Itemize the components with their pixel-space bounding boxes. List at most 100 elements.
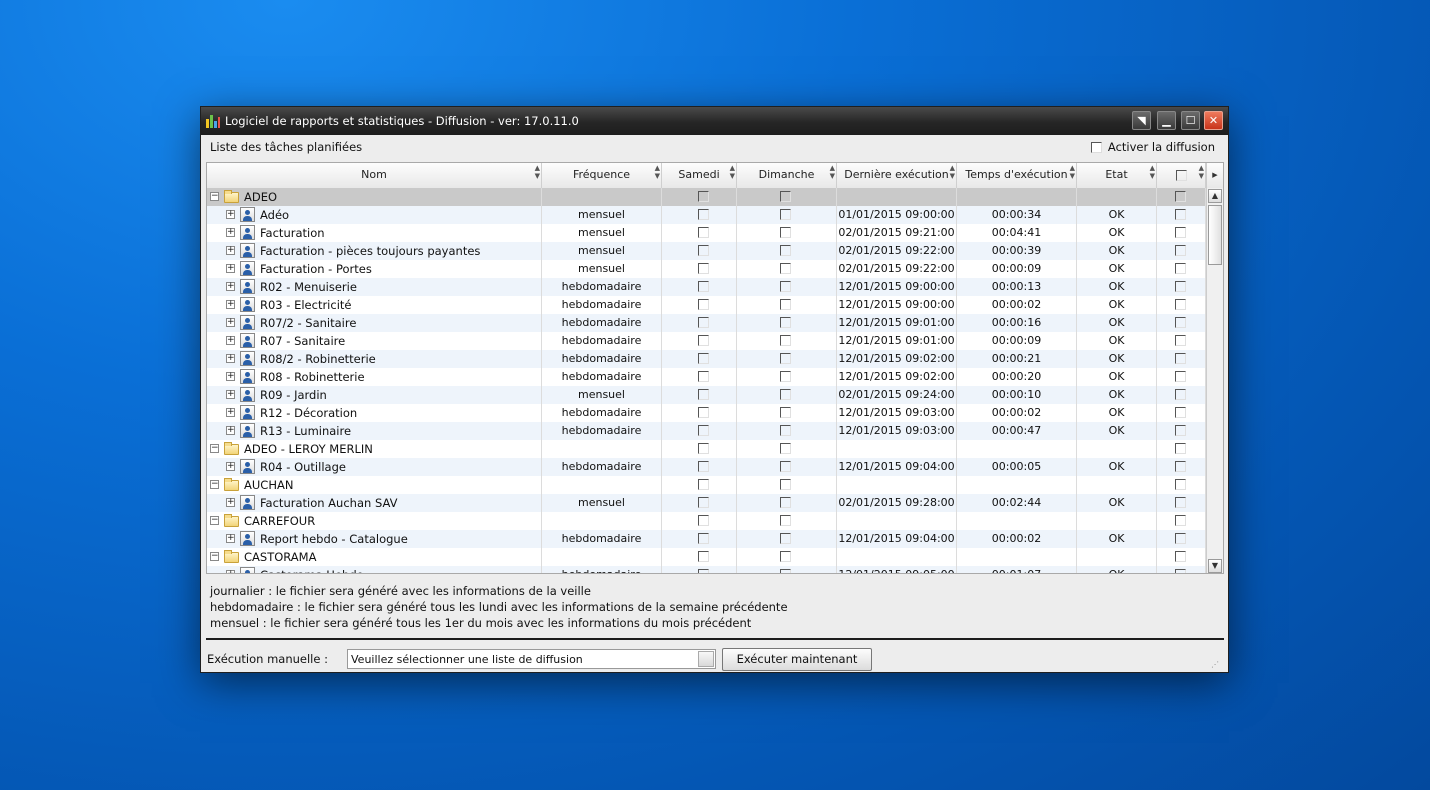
dimanche-checkbox[interactable] <box>780 281 791 292</box>
task-row[interactable]: + R08/2 - Robinetterie hebdomadaire 12/01/2… <box>207 350 1206 368</box>
collapse-icon[interactable]: − <box>210 516 219 525</box>
task-row[interactable]: + R03 - Electricité hebdomadaire 12/01/2015… <box>207 296 1206 314</box>
select-checkbox[interactable] <box>1175 371 1186 382</box>
expand-icon[interactable]: + <box>226 336 235 345</box>
diffusion-list-combo[interactable]: Veuillez sélectionner une liste de diffu… <box>347 649 716 669</box>
samedi-checkbox[interactable] <box>698 371 709 382</box>
column-header-dimanche[interactable]: Dimanche ▲ ▼ <box>737 163 837 188</box>
maximize-button[interactable]: ☐ <box>1181 111 1200 130</box>
expand-icon[interactable]: + <box>226 282 235 291</box>
dimanche-checkbox[interactable] <box>780 407 791 418</box>
group-row[interactable]: − ADEO <box>207 188 1206 206</box>
column-header-temps-execution[interactable]: Temps d'exécution ▲ ▼ <box>957 163 1077 188</box>
dimanche-checkbox[interactable] <box>780 263 791 274</box>
expand-icon[interactable]: + <box>226 534 235 543</box>
select-checkbox[interactable] <box>1175 461 1186 472</box>
expand-icon[interactable]: + <box>226 426 235 435</box>
expand-icon[interactable]: + <box>226 264 235 273</box>
expand-icon[interactable]: + <box>226 210 235 219</box>
select-checkbox[interactable] <box>1175 569 1186 573</box>
scroll-down-arrow[interactable]: ▼ <box>1208 559 1222 573</box>
task-row[interactable]: + R07 - Sanitaire hebdomadaire 12/01/2015 0… <box>207 332 1206 350</box>
samedi-checkbox[interactable] <box>698 533 709 544</box>
task-row[interactable]: + R09 - Jardin mensuel 02/01/2015 09:24:00 0… <box>207 386 1206 404</box>
select-checkbox[interactable] <box>1175 281 1186 292</box>
expand-icon[interactable]: + <box>226 246 235 255</box>
expand-icon[interactable]: + <box>226 300 235 309</box>
collapse-icon[interactable]: − <box>210 552 219 561</box>
samedi-checkbox[interactable] <box>698 551 709 562</box>
expand-icon[interactable]: + <box>226 228 235 237</box>
samedi-checkbox[interactable] <box>698 515 709 526</box>
select-checkbox[interactable] <box>1175 443 1186 454</box>
select-checkbox[interactable] <box>1175 551 1186 562</box>
collapse-icon[interactable]: − <box>210 480 219 489</box>
select-checkbox[interactable] <box>1175 299 1186 310</box>
samedi-checkbox[interactable] <box>698 443 709 454</box>
task-row[interactable]: + R13 - Luminaire hebdomadaire 12/01/2015 0… <box>207 422 1206 440</box>
samedi-checkbox[interactable] <box>698 479 709 490</box>
select-checkbox[interactable] <box>1175 209 1186 220</box>
select-checkbox[interactable] <box>1175 263 1186 274</box>
select-checkbox[interactable] <box>1175 335 1186 346</box>
group-row[interactable]: − CARREFOUR <box>207 512 1206 530</box>
select-checkbox[interactable] <box>1175 353 1186 364</box>
task-row[interactable]: + Facturation Auchan SAV mensuel 02/01/2015… <box>207 494 1206 512</box>
select-all-checkbox[interactable] <box>1176 170 1187 181</box>
collapse-icon[interactable]: − <box>210 192 219 201</box>
samedi-checkbox[interactable] <box>698 425 709 436</box>
task-row[interactable]: + R04 - Outillage hebdomadaire 12/01/2015 0… <box>207 458 1206 476</box>
task-row[interactable]: + Facturation - Portes mensuel 02/01/2015 0… <box>207 260 1206 278</box>
dimanche-checkbox[interactable] <box>780 515 791 526</box>
scroll-right-arrow[interactable]: ▶ <box>1206 163 1223 188</box>
expand-icon[interactable]: + <box>226 570 235 573</box>
task-row[interactable]: + Facturation - pièces toujours payantes m… <box>207 242 1206 260</box>
samedi-checkbox[interactable] <box>698 227 709 238</box>
dimanche-checkbox[interactable] <box>780 479 791 490</box>
dimanche-checkbox[interactable] <box>780 425 791 436</box>
select-checkbox[interactable] <box>1175 317 1186 328</box>
samedi-checkbox[interactable] <box>698 299 709 310</box>
collapse-icon[interactable]: − <box>210 444 219 453</box>
title-bar[interactable]: Logiciel de rapports et statistiques - D… <box>201 107 1228 135</box>
dimanche-checkbox[interactable] <box>780 569 791 573</box>
task-row[interactable]: + Report hebdo - Catalogue hebdomadaire 12/… <box>207 530 1206 548</box>
task-row[interactable]: + R07/2 - Sanitaire hebdomadaire 12/01/2015… <box>207 314 1206 332</box>
column-header-frequence[interactable]: Fréquence ▲ ▼ <box>542 163 662 188</box>
select-checkbox[interactable] <box>1175 533 1186 544</box>
samedi-checkbox[interactable] <box>698 245 709 256</box>
samedi-checkbox[interactable] <box>698 461 709 472</box>
dimanche-checkbox[interactable] <box>780 299 791 310</box>
samedi-checkbox[interactable] <box>698 209 709 220</box>
select-checkbox[interactable] <box>1175 389 1186 400</box>
dimanche-checkbox[interactable] <box>780 209 791 220</box>
samedi-checkbox[interactable] <box>698 389 709 400</box>
column-header-select[interactable]: ▲ ▼ <box>1157 163 1206 188</box>
samedi-checkbox[interactable] <box>698 407 709 418</box>
samedi-checkbox[interactable] <box>698 335 709 346</box>
select-checkbox[interactable] <box>1175 515 1186 526</box>
samedi-checkbox[interactable] <box>698 569 709 573</box>
expand-icon[interactable]: + <box>226 354 235 363</box>
task-row[interactable]: + R02 - Menuiserie hebdomadaire 12/01/2015 … <box>207 278 1206 296</box>
dimanche-checkbox[interactable] <box>780 389 791 400</box>
dimanche-checkbox[interactable] <box>780 227 791 238</box>
column-header-etat[interactable]: Etat ▲ ▼ <box>1077 163 1157 188</box>
expand-icon[interactable]: + <box>226 372 235 381</box>
expand-icon[interactable]: + <box>226 498 235 507</box>
resize-grip-icon[interactable]: ⋰ <box>1211 661 1219 669</box>
activer-checkbox[interactable] <box>1090 141 1102 153</box>
column-header-derniere-execution[interactable]: Dernière exécution ▲ ▼ <box>837 163 957 188</box>
combo-dropdown-button[interactable] <box>698 651 714 667</box>
expand-icon[interactable]: + <box>226 318 235 327</box>
task-row[interactable]: + R08 - Robinetterie hebdomadaire 12/01/201… <box>207 368 1206 386</box>
select-checkbox[interactable] <box>1175 245 1186 256</box>
select-checkbox[interactable] <box>1175 479 1186 490</box>
dimanche-checkbox[interactable] <box>780 353 791 364</box>
select-checkbox[interactable] <box>1175 191 1186 202</box>
group-row[interactable]: − CASTORAMA <box>207 548 1206 566</box>
dimanche-checkbox[interactable] <box>780 245 791 256</box>
samedi-checkbox[interactable] <box>698 281 709 292</box>
select-checkbox[interactable] <box>1175 407 1186 418</box>
close-button[interactable]: ✕ <box>1204 111 1223 130</box>
